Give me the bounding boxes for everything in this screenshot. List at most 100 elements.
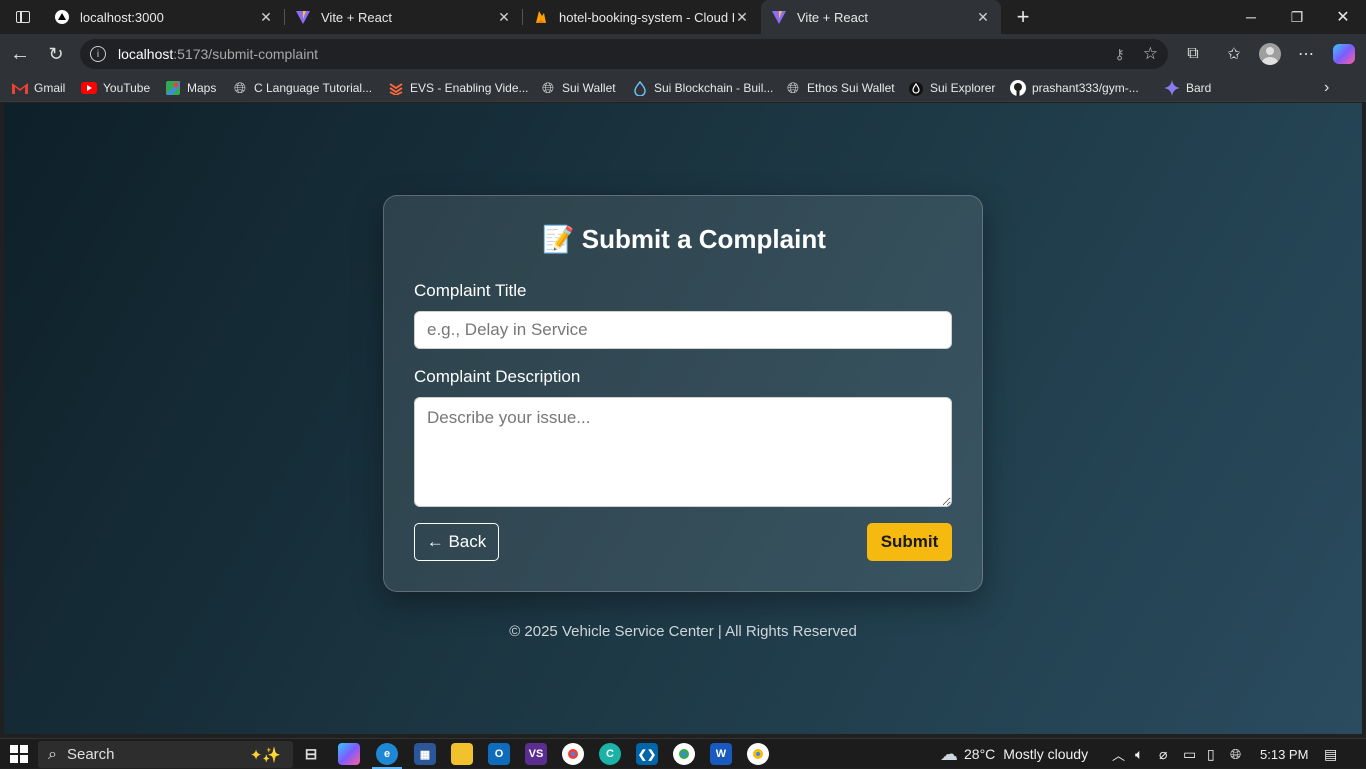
bookmark-c-tutorial[interactable]: 🌐︎ C Language Tutorial... xyxy=(232,79,372,97)
cloudy-weather-icon: ☁ xyxy=(940,743,958,764)
bookmark-label: Gmail xyxy=(34,81,66,95)
restore-button[interactable]: ❐ xyxy=(1274,0,1320,34)
store-taskbar-button[interactable]: ▦ xyxy=(414,743,436,765)
edge-taskbar-button[interactable]: e xyxy=(376,743,398,765)
globe-icon: 🌐︎ xyxy=(786,79,799,97)
back-nav-button[interactable]: ← xyxy=(6,40,34,68)
canva-taskbar-button[interactable]: C xyxy=(599,743,621,765)
tab-vite-react-1[interactable]: Vite + React ✕ xyxy=(285,0,522,34)
language-button[interactable]: 🌐︎ xyxy=(1230,739,1241,769)
key-icon[interactable]: ⚷ xyxy=(1114,46,1124,63)
bookmark-gmail[interactable]: Gmail xyxy=(12,79,65,97)
complaint-description-textarea[interactable] xyxy=(414,397,952,507)
visual-studio-button[interactable]: VS xyxy=(525,743,547,765)
word-taskbar-button[interactable]: W xyxy=(710,743,732,765)
bookmark-label: Sui Explorer xyxy=(930,81,996,95)
battery-button[interactable]: ▭ xyxy=(1183,739,1196,769)
url-host: localhost xyxy=(118,46,174,62)
refresh-button[interactable]: ↻ xyxy=(42,40,70,68)
close-tab-icon[interactable]: ✕ xyxy=(734,9,750,25)
tab-firebase[interactable]: hotel-booking-system - Cloud Fir ✕ xyxy=(523,0,760,34)
copilot-icon xyxy=(1333,44,1355,64)
copilot-taskbar-button[interactable] xyxy=(338,743,360,765)
firebase-icon xyxy=(533,9,549,25)
close-tab-icon[interactable]: ✕ xyxy=(975,9,991,25)
task-view-button[interactable]: ⊟ xyxy=(300,743,322,765)
refresh-icon: ↻ xyxy=(48,43,64,64)
close-icon: ✕ xyxy=(1336,9,1350,26)
info-icon[interactable]: i xyxy=(90,46,106,62)
chrome-profile-button[interactable] xyxy=(673,743,695,765)
battery-icon: ▭ xyxy=(1183,745,1197,762)
minimize-icon: ─ xyxy=(1246,9,1256,25)
chrome-profile-2-button[interactable] xyxy=(747,743,769,765)
notification-icon: ▤ xyxy=(1324,745,1338,762)
vite-icon xyxy=(771,9,787,25)
bard-icon xyxy=(1164,80,1180,96)
page-title-text: Submit a Complaint xyxy=(581,224,826,254)
submit-button[interactable]: Submit xyxy=(867,523,952,561)
wifi-off-icon: ⌀ xyxy=(1159,745,1168,762)
sui-drop-icon xyxy=(632,80,648,96)
profile-button[interactable] xyxy=(1256,40,1284,68)
tab-localhost-3000[interactable]: localhost:3000 ✕ xyxy=(44,0,284,34)
clock-time: 5:13 PM xyxy=(1260,746,1309,762)
extensions-button[interactable]: ⧉ xyxy=(1179,40,1207,68)
favorite-star-icon[interactable]: ☆ xyxy=(1143,44,1158,64)
bookmark-maps[interactable]: Maps xyxy=(165,79,216,97)
store-icon: ▦ xyxy=(419,748,431,761)
bookmark-ethos-sui[interactable]: 🌐︎ Ethos Sui Wallet xyxy=(785,79,895,97)
bookmark-github-gym[interactable]: prashant333/gym-... xyxy=(1010,79,1139,97)
back-button[interactable]: ← Back xyxy=(414,523,499,561)
close-tab-icon[interactable]: ✕ xyxy=(258,9,274,25)
bookmarks-overflow-button[interactable]: › xyxy=(1324,79,1329,97)
minimize-button[interactable]: ─ xyxy=(1228,0,1274,34)
tab-actions-button[interactable] xyxy=(0,0,46,34)
bookmark-label: C Language Tutorial... xyxy=(254,81,373,95)
outlook-icon: O xyxy=(494,748,504,760)
device-button[interactable]: ▯ xyxy=(1207,739,1215,769)
tab-vite-react-active[interactable]: Vite + React ✕ xyxy=(761,0,1001,34)
more-dots-icon: ⋯ xyxy=(1298,46,1314,63)
bookmark-sui-blockchain[interactable]: Sui Blockchain - Buil... xyxy=(632,79,773,97)
bookmark-youtube[interactable]: YouTube xyxy=(81,79,150,97)
show-hidden-icons-button[interactable]: ︿ xyxy=(1112,739,1125,769)
taskbar-search-box[interactable]: ⌕ Search ✦✨ xyxy=(38,741,293,768)
file-explorer-button[interactable] xyxy=(451,743,473,765)
chevron-right-icon: › xyxy=(1324,79,1330,96)
youtube-icon xyxy=(81,80,97,96)
sui-drop-icon xyxy=(908,80,924,96)
chrome-icon xyxy=(568,749,578,759)
gmail-icon xyxy=(12,80,28,96)
bookmark-bard[interactable]: Bard xyxy=(1164,79,1211,97)
weather-widget[interactable]: ☁ 28°C Mostly cloudy xyxy=(940,739,1088,769)
url-field[interactable]: i localhost:5173/submit-complaint ⚷ ☆ xyxy=(80,39,1168,69)
maps-icon xyxy=(165,80,181,96)
favorites-button[interactable]: ✩ xyxy=(1220,40,1248,68)
volume-button[interactable]: 🔈︎ xyxy=(1135,739,1143,769)
bookmark-evs[interactable]: EVS - Enabling Vide... xyxy=(388,79,529,97)
bookmark-sui-wallet[interactable]: 🌐︎ Sui Wallet xyxy=(540,79,616,97)
new-tab-button[interactable]: + xyxy=(1000,0,1046,34)
vscode-taskbar-button[interactable]: ❮❯ xyxy=(636,743,658,765)
globe-icon: 🌐︎ xyxy=(1230,745,1242,762)
tab-actions-icon xyxy=(16,11,30,23)
restore-icon: ❐ xyxy=(1290,8,1304,25)
bookmark-sui-explorer[interactable]: Sui Explorer xyxy=(908,79,995,97)
network-button[interactable]: ⌀ xyxy=(1159,739,1167,769)
start-button[interactable] xyxy=(8,743,30,765)
notifications-button[interactable]: ▤ xyxy=(1324,739,1337,769)
favorites-icon: ✩ xyxy=(1227,46,1241,63)
bookmark-label: Sui Blockchain - Buil... xyxy=(654,81,774,95)
complaint-title-input[interactable] xyxy=(414,311,952,349)
chrome-taskbar-button[interactable] xyxy=(562,743,584,765)
chevron-up-icon: ︿ xyxy=(1112,747,1126,763)
clock[interactable]: 5:13 PM xyxy=(1260,739,1308,769)
close-tab-icon[interactable]: ✕ xyxy=(496,9,512,25)
window-close-button[interactable]: ✕ xyxy=(1320,0,1366,34)
copilot-button[interactable] xyxy=(1330,40,1358,68)
search-highlight-icon: ✦✨ xyxy=(249,746,281,764)
weather-desc: Mostly cloudy xyxy=(1003,746,1089,762)
settings-menu-button[interactable]: ⋯ xyxy=(1292,40,1320,68)
outlook-taskbar-button[interactable]: O xyxy=(488,743,510,765)
